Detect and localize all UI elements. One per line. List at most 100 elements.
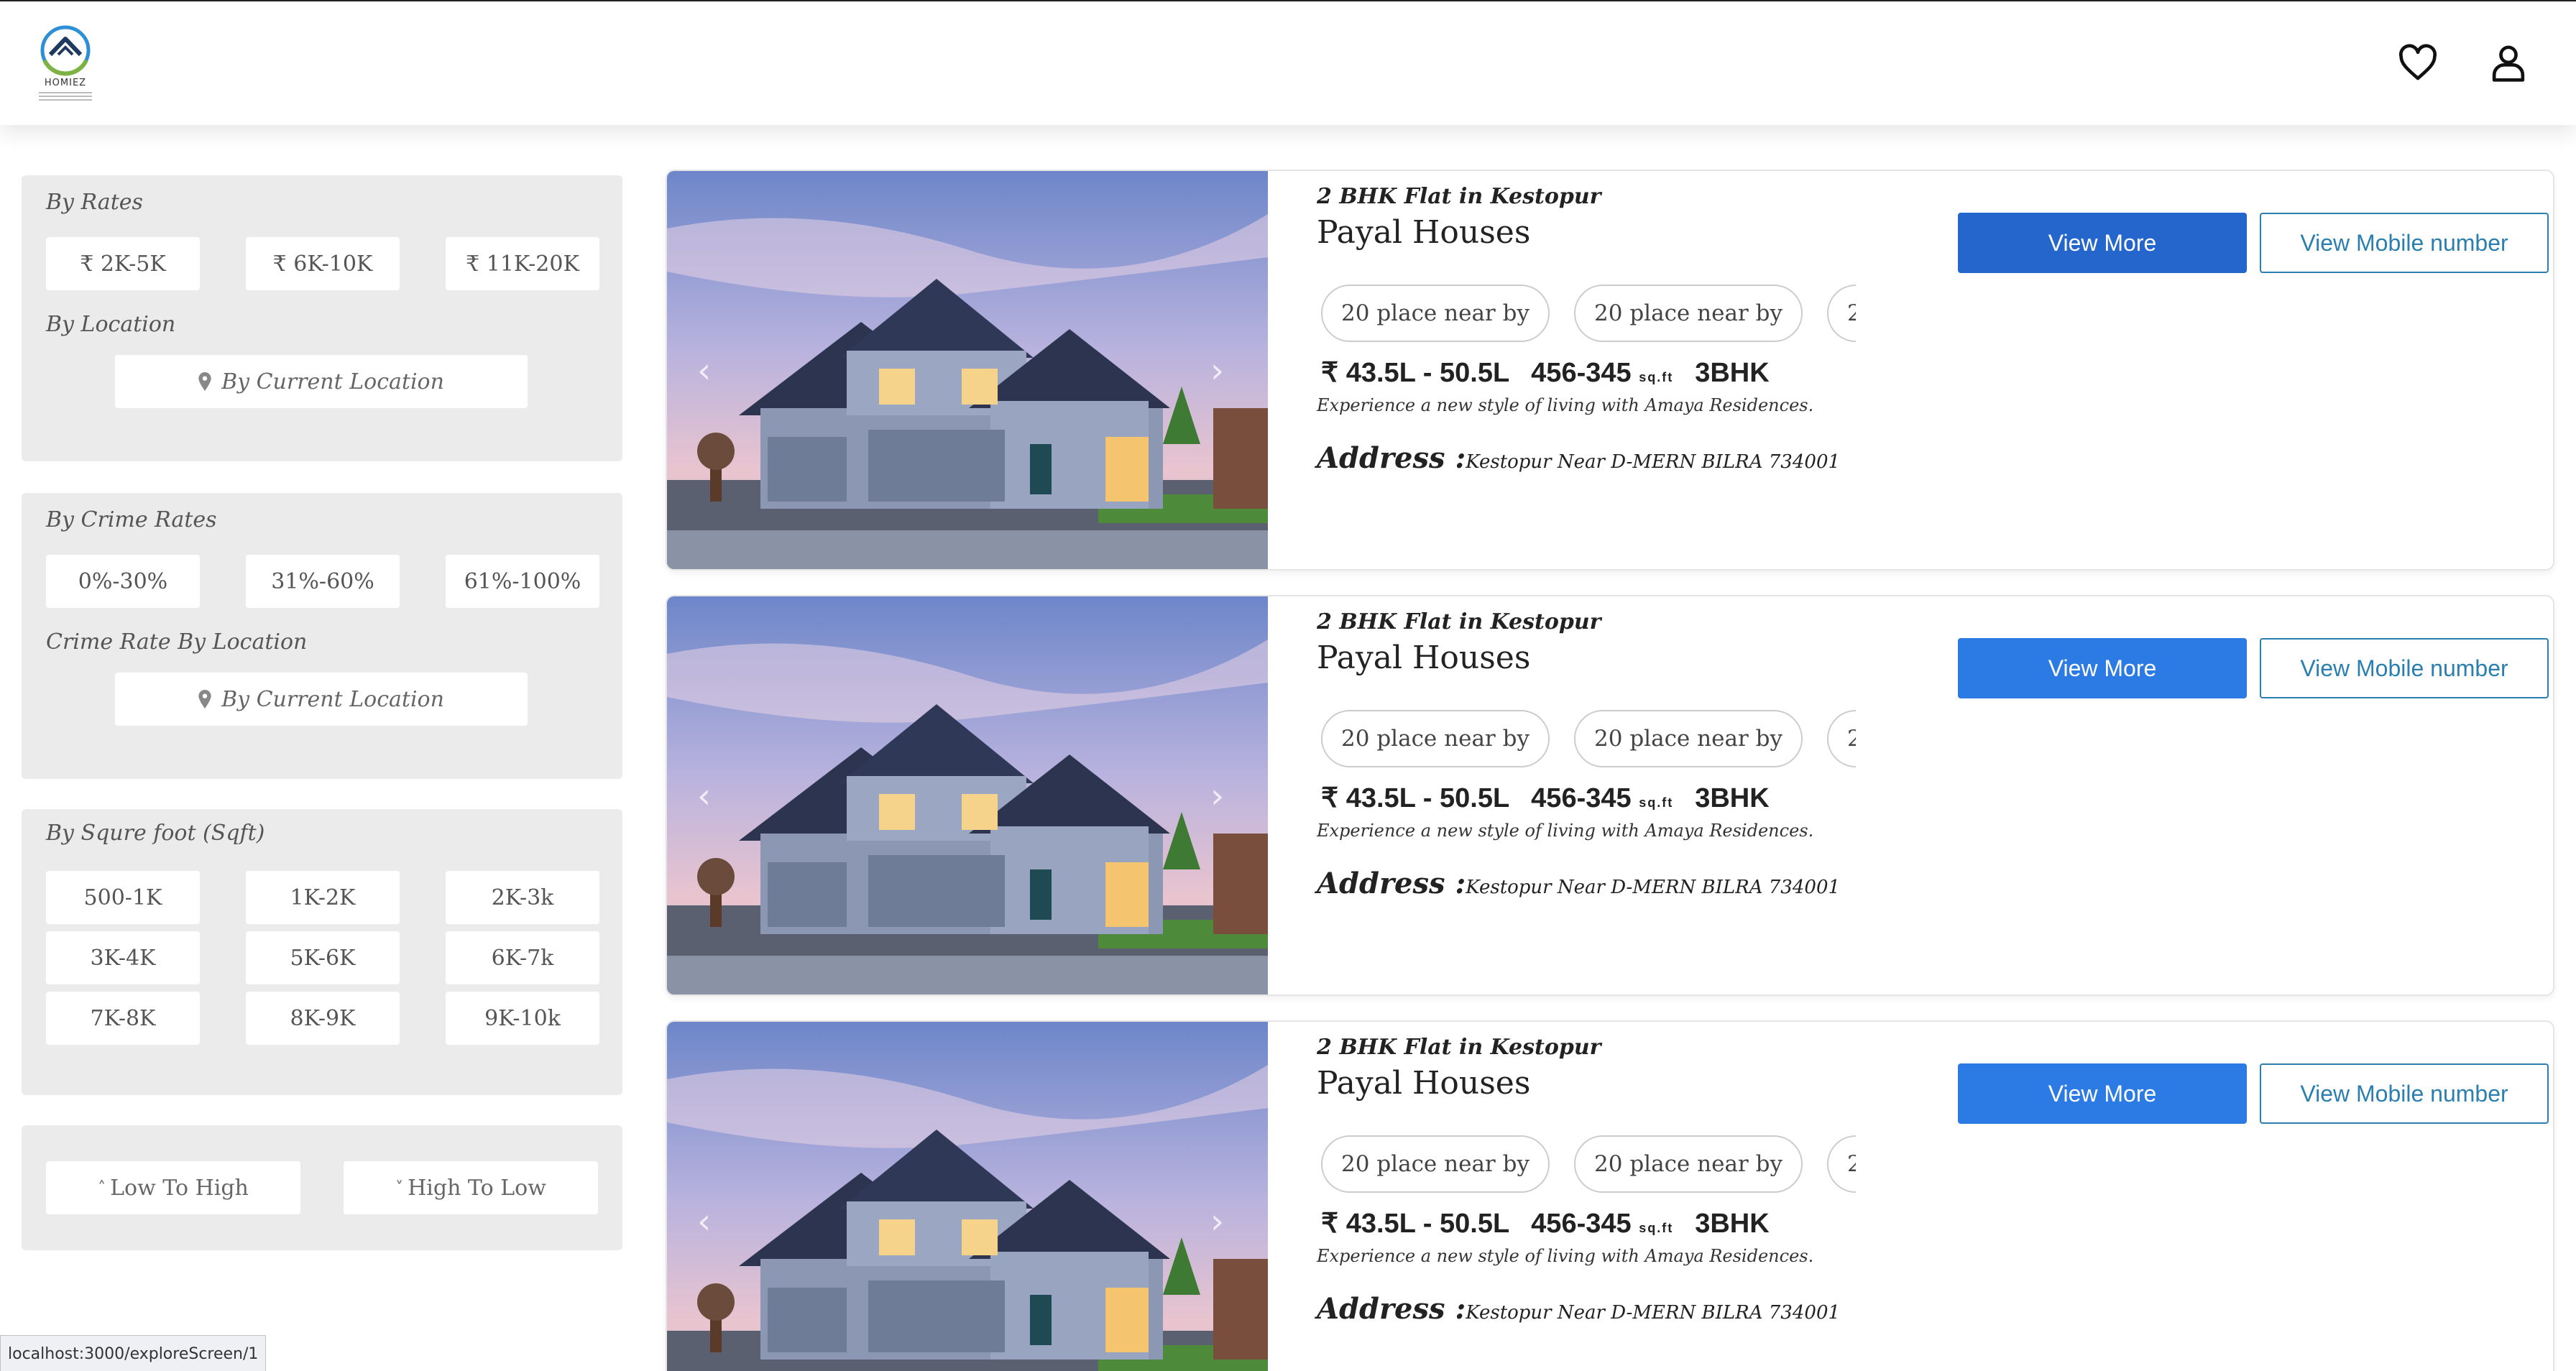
sqft-option[interactable]: 8K-9K xyxy=(246,992,400,1045)
crime-current-location-label: By Current Location xyxy=(221,686,444,712)
sqft-filter-title: By Squre foot (Sqft) xyxy=(46,821,265,846)
listing-description: Experience a new style of living with Am… xyxy=(1317,1246,1814,1266)
listing-description: Experience a new style of living with Am… xyxy=(1317,395,1814,415)
view-more-button[interactable]: View More xyxy=(1958,1063,2247,1124)
listing-price-row: ₹ 43.5L - 50.5L 456-345 sq.ft 3BHK xyxy=(1321,356,1770,389)
current-location-label: By Current Location xyxy=(221,369,444,394)
listing-area: 456-345 xyxy=(1531,783,1632,813)
nearby-place-chip[interactable]: 20 place near by xyxy=(1321,285,1550,342)
chevron-up-icon: ˄ xyxy=(98,1178,106,1197)
homiez-logo[interactable]: HOMIEZ xyxy=(34,23,96,106)
nearby-place-chip[interactable]: 20 place near by xyxy=(1827,1135,1856,1193)
listing-address: Address :Kestopur Near D-MERN BILRA 7340… xyxy=(1317,867,1840,900)
listing-area-unit: sq.ft xyxy=(1639,795,1674,810)
crime-option-61-100[interactable]: 61%-100% xyxy=(446,555,599,608)
address-value: Kestopur Near D-MERN BILRA 734001 xyxy=(1466,451,1841,473)
location-pin-icon xyxy=(198,372,211,391)
listing-area-unit: sq.ft xyxy=(1639,370,1674,384)
listing-card: ‹ › 2 BHK Flat in Kestopur Payal Houses … xyxy=(666,1020,2554,1371)
carousel-prev-icon[interactable]: ‹ xyxy=(697,1201,726,1245)
sqft-filter-panel: By Squre foot (Sqft) 500-1K 1K-2K 2K-3k … xyxy=(22,809,622,1095)
sqft-option[interactable]: 1K-2K xyxy=(246,871,400,924)
sort-high-to-low-button[interactable]: ˅ High To Low xyxy=(344,1161,598,1214)
rate-option-6k-10k[interactable]: ₹ 6K-10K xyxy=(246,237,400,290)
current-location-button[interactable]: By Current Location xyxy=(115,355,528,408)
crime-option-31-60[interactable]: 31%-60% xyxy=(246,555,400,608)
sort-low-to-high-button[interactable]: ˄ Low To High xyxy=(46,1161,300,1214)
chevron-down-icon: ˅ xyxy=(395,1178,404,1197)
nearby-place-chip[interactable]: 20 place near by xyxy=(1827,710,1856,767)
nearby-places-row: 20 place near by 20 place near by 20 pla… xyxy=(1321,1135,1856,1196)
address-label: Address : xyxy=(1317,1292,1466,1326)
nearby-place-chip[interactable]: 20 place near by xyxy=(1321,1135,1550,1193)
listing-price-row: ₹ 43.5L - 50.5L 456-345 sq.ft 3BHK xyxy=(1321,782,1770,814)
sqft-option[interactable]: 9K-10k xyxy=(446,992,599,1045)
listing-bhk: 3BHK xyxy=(1695,783,1770,813)
user-icon[interactable] xyxy=(2488,43,2529,83)
listing-area-unit: sq.ft xyxy=(1639,1221,1674,1235)
listing-title: Payal Houses xyxy=(1317,214,1531,251)
crime-filter-panel: By Crime Rates 0%-30% 31%-60% 61%-100% C… xyxy=(22,493,622,779)
view-more-button[interactable]: View More xyxy=(1958,638,2247,698)
listing-area: 456-345 xyxy=(1531,358,1632,388)
nearby-place-chip[interactable]: 20 place near by xyxy=(1574,285,1803,342)
view-mobile-number-button[interactable]: View Mobile number xyxy=(2260,213,2549,273)
sqft-option[interactable]: 500-1K xyxy=(46,871,200,924)
listing-price-row: ₹ 43.5L - 50.5L 456-345 sq.ft 3BHK xyxy=(1321,1207,1770,1240)
heart-icon[interactable] xyxy=(2398,43,2438,83)
crime-current-location-button[interactable]: By Current Location xyxy=(115,673,528,726)
sqft-option[interactable]: 2K-3k xyxy=(446,871,599,924)
listing-address: Address :Kestopur Near D-MERN BILRA 7340… xyxy=(1317,1292,1840,1326)
listing-price: ₹ 43.5L - 50.5L xyxy=(1321,783,1510,813)
carousel-next-icon[interactable]: › xyxy=(1210,776,1239,819)
listing-card: ‹ › 2 BHK Flat in Kestopur Payal Houses … xyxy=(666,595,2554,996)
carousel-prev-icon[interactable]: ‹ xyxy=(697,776,726,819)
carousel-next-icon[interactable]: › xyxy=(1210,351,1239,394)
listing-bhk: 3BHK xyxy=(1695,358,1770,388)
view-mobile-number-button[interactable]: View Mobile number xyxy=(2260,638,2549,698)
sort-low-to-high-label: Low To High xyxy=(110,1175,249,1201)
nearby-place-chip[interactable]: 20 place near by xyxy=(1827,285,1856,342)
property-photo: ‹ › xyxy=(667,596,1268,994)
crime-option-0-30[interactable]: 0%-30% xyxy=(46,555,200,608)
location-pin-icon xyxy=(198,690,211,708)
property-photo: ‹ › xyxy=(667,171,1268,569)
rates-filter-title: By Rates xyxy=(46,190,143,215)
sqft-option[interactable]: 3K-4K xyxy=(46,931,200,984)
sort-high-to-low-label: High To Low xyxy=(408,1175,546,1201)
listing-price: ₹ 43.5L - 50.5L xyxy=(1321,1209,1510,1239)
logo-tagline xyxy=(39,92,92,101)
listing-title: Payal Houses xyxy=(1317,640,1531,676)
sqft-option[interactable]: 5K-6K xyxy=(246,931,400,984)
view-more-button[interactable]: View More xyxy=(1958,213,2247,273)
rate-option-2k-5k[interactable]: ₹ 2K-5K xyxy=(46,237,200,290)
logo-mark-icon xyxy=(40,25,91,76)
rate-option-11k-20k[interactable]: ₹ 11K-20K xyxy=(446,237,599,290)
logo-wordmark: HOMIEZ xyxy=(44,78,87,88)
view-mobile-number-button[interactable]: View Mobile number xyxy=(2260,1063,2549,1124)
nearby-place-chip[interactable]: 20 place near by xyxy=(1574,710,1803,767)
address-label: Address : xyxy=(1317,867,1466,900)
listing-card: ‹ › 2 BHK Flat in Kestopur Payal Houses … xyxy=(666,170,2554,571)
sqft-option[interactable]: 6K-7k xyxy=(446,931,599,984)
top-header: HOMIEZ xyxy=(0,1,2576,125)
crime-filter-title: By Crime Rates xyxy=(46,507,217,532)
carousel-next-icon[interactable]: › xyxy=(1210,1201,1239,1245)
listing-area: 456-345 xyxy=(1531,1209,1632,1239)
address-value: Kestopur Near D-MERN BILRA 734001 xyxy=(1466,877,1841,898)
location-filter-title: By Location xyxy=(46,312,176,337)
nearby-place-chip[interactable]: 20 place near by xyxy=(1574,1135,1803,1193)
listing-description: Experience a new style of living with Am… xyxy=(1317,821,1814,841)
crime-location-title: Crime Rate By Location xyxy=(46,629,308,655)
nearby-places-row: 20 place near by 20 place near by 20 pla… xyxy=(1321,285,1856,345)
explore-page: HOMIEZ By Rates ₹ 2K-5K ₹ 6K-10K ₹ 11K-2… xyxy=(0,0,2576,1371)
listing-subtitle: 2 BHK Flat in Kestopur xyxy=(1317,1035,1601,1060)
listing-price: ₹ 43.5L - 50.5L xyxy=(1321,358,1510,388)
sort-panel: ˄ Low To High ˅ High To Low xyxy=(22,1125,622,1250)
nearby-place-chip[interactable]: 20 place near by xyxy=(1321,710,1550,767)
carousel-prev-icon[interactable]: ‹ xyxy=(697,351,726,394)
address-value: Kestopur Near D-MERN BILRA 734001 xyxy=(1466,1302,1841,1324)
sqft-option[interactable]: 7K-8K xyxy=(46,992,200,1045)
nearby-places-row: 20 place near by 20 place near by 20 pla… xyxy=(1321,710,1856,770)
address-label: Address : xyxy=(1317,441,1466,475)
